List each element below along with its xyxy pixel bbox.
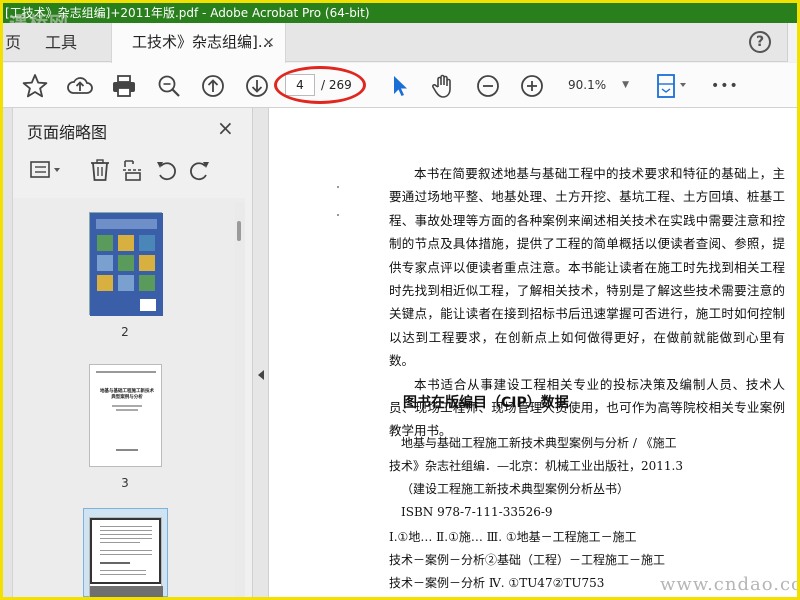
thumbnail-label-2: 2 [121,325,129,339]
thumb-publisher-line [116,449,138,451]
more-tools-icon[interactable]: ••• [711,71,745,101]
class-line-3: 技术－案例－分析 Ⅳ. ①TU47②TU753 [389,576,605,590]
cloud-upload-icon[interactable] [65,71,95,101]
fit-page-icon[interactable] [653,71,693,101]
main-toolbar: 4 / 269 90.1% ▼ ••• [3,63,797,108]
thumb-header-line [96,371,156,373]
thumb-text-line [100,542,140,543]
zoom-value: 90.1% [568,78,607,92]
search-zoom-icon[interactable] [154,71,184,101]
tab-bar: 页 工具 工技术》杂志组编]... × ? [3,23,797,63]
window-title: [工技术》杂志组编]+2011年版.pdf - Adobe Acrobat Pr… [5,6,370,20]
thumb-text-line [100,530,152,531]
panel-close-icon[interactable]: × [217,116,234,140]
tab-home[interactable]: 页 [5,23,21,62]
document-view[interactable]: 本书在简要叙述地基与基础工程中的技术要求和特征的基础上，主要通过场地平整、地基处… [269,108,797,597]
zoom-dropdown[interactable]: 90.1% ▼ [563,74,635,96]
tabbar-edge [787,23,797,62]
chevron-down-icon: ▼ [622,80,629,90]
document-paragraph-1: 本书在简要叙述地基与基础工程中的技术要求和特征的基础上，主要通过场地平整、地基处… [389,166,785,369]
delete-page-icon[interactable] [88,158,112,182]
page-thumbnails-panel: 页面缩略图 × 2 地基与基础工程施工新技术 典型案例与分析 3 [3,108,253,597]
thumb-title: 地基与基础工程施工新技术 典型案例与分析 [98,389,156,401]
next-page-icon[interactable] [242,71,272,101]
cip-heading: 图书在版编目（CIP）数据 [403,395,569,411]
class-line-2: 技术－案例－分析②基础（工程）－工程施工－施工 [389,553,666,567]
help-icon[interactable]: ? [749,31,771,53]
thumbnail-page-2[interactable] [89,212,163,316]
thumbnail-scrollbar[interactable] [235,203,245,597]
cip-line-1: 地基与基础工程施工新技术典型案例与分析 / 《施工 [401,436,677,450]
acrobat-window: [工技术》杂志组编]+2011年版.pdf - Adobe Acrobat Pr… [3,3,797,597]
sidebar-stripe [3,108,13,597]
thumbnail-label-3: 3 [121,476,129,490]
zoom-out-icon[interactable] [473,71,503,101]
thumbnail-options-icon[interactable] [29,158,65,182]
red-annotation-ellipse [274,66,366,104]
extract-page-icon[interactable] [121,158,145,182]
print-icon[interactable] [109,71,139,101]
thumb-text-line [100,534,152,535]
panel-collapse-strip[interactable] [253,108,269,597]
cip-block: 地基与基础工程施工新技术典型案例与分析 / 《施工 技术》杂志社组编．—北京：机… [389,432,785,524]
window-title-bar: [工技术》杂志组编]+2011年版.pdf - Adobe Acrobat Pr… [3,3,797,23]
rotate-right-icon[interactable] [188,158,212,182]
thumb-text-line [100,554,152,555]
class-line-1: Ⅰ.①地… Ⅱ.①施… Ⅲ. ①地基－工程施工－施工 [389,530,637,544]
select-cursor-icon[interactable] [384,71,414,101]
thumb-bottom-shade [90,586,163,597]
tab-document-label: 工技术》杂志组编]... [132,33,273,51]
collapse-arrow-icon[interactable] [257,370,265,380]
page-mark [337,214,339,216]
tab-document[interactable]: 工技术》杂志组编]... × [111,23,286,63]
hand-tool-icon[interactable] [428,71,458,101]
classification-block: Ⅰ.①地… Ⅱ.①施… Ⅲ. ①地基－工程施工－施工 技术－案例－分析②基础（工… [389,526,785,595]
page-mark [337,186,339,188]
previous-page-icon[interactable] [198,71,228,101]
thumbnail-page-4[interactable] [89,517,163,597]
thumb-text-line [100,538,152,539]
thumb-text-line [100,574,146,575]
thumb-author-line-2 [116,409,138,411]
tab-close-icon[interactable]: × [262,23,275,62]
scrollbar-thumb[interactable] [237,221,241,241]
thumb-title-line-2: 典型案例与分析 [111,395,143,400]
cip-line-2: 技术》杂志社组编．—北京：机械工业出版社，2011.3 [389,459,683,473]
thumb-text-line [100,570,146,571]
thumb-text-line [100,550,152,551]
cip-line-3: （建设工程施工新技术典型案例分析丛书） [401,482,630,496]
zoom-in-icon[interactable] [517,71,547,101]
thumbnail-page-3[interactable]: 地基与基础工程施工新技术 典型案例与分析 [89,364,162,467]
thumbnail-toolbar [13,150,245,190]
panel-title: 页面缩略图 [27,123,108,142]
thumb-text-line [100,562,130,564]
thumb-text-line [100,526,152,527]
thumb-author-line [112,405,142,407]
rotate-left-icon[interactable] [154,158,178,182]
cip-line-4: ISBN 978-7-111-33526-9 [401,505,553,519]
tab-tools[interactable]: 工具 [45,23,77,62]
bookmark-star-icon[interactable] [20,71,50,101]
